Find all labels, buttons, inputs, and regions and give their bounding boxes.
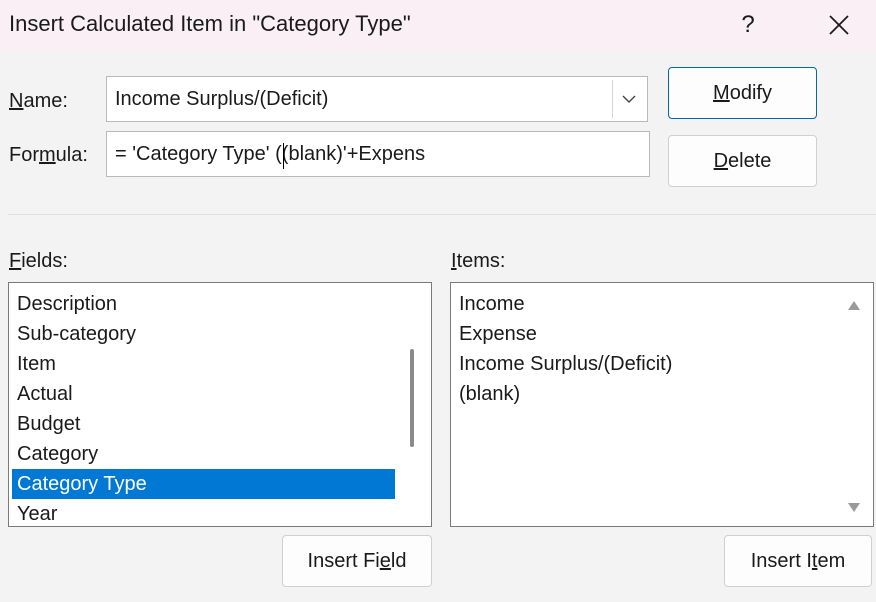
insert-item-button[interactable]: Insert It em xyxy=(724,535,872,587)
title-bar: Insert Calculated Item in "Category Type… xyxy=(0,0,876,50)
fields-listbox[interactable]: Description Sub-category Item Actual Bud… xyxy=(8,282,432,527)
name-label-text: ame: xyxy=(23,90,68,112)
formula-label: Formula: xyxy=(9,144,88,167)
scroll-down-arrow-icon[interactable] xyxy=(848,503,860,512)
name-dropdown-button[interactable] xyxy=(612,80,645,118)
modify-label: odify xyxy=(729,81,772,104)
items-listbox[interactable]: Income Expense Income Surplus/(Deficit) … xyxy=(450,282,874,527)
fields-label: Fields: xyxy=(9,250,68,273)
fields-label-text: ields: xyxy=(21,250,68,272)
close-icon xyxy=(829,15,849,35)
formula-text[interactable]: = 'Category Type' ((blank)'+Expens xyxy=(115,143,425,166)
insert-field-label-rest: ld xyxy=(390,549,407,572)
modify-button[interactable]: Modify xyxy=(668,67,817,119)
formula-label-rest: ula: xyxy=(55,144,88,166)
items-list-item[interactable]: Income Surplus/(Deficit) xyxy=(454,349,834,379)
fields-list-item[interactable]: Description xyxy=(12,289,395,319)
help-button[interactable]: ? xyxy=(726,4,770,46)
delete-mnemonic: D xyxy=(713,149,729,172)
items-list-item[interactable]: Expense xyxy=(454,319,834,349)
fields-list-item[interactable]: Sub-category xyxy=(12,319,395,349)
insert-item-label-rest: em xyxy=(817,549,846,572)
formula-input[interactable]: = 'Category Type' ((blank)'+Expens xyxy=(106,131,650,177)
items-label: Items: xyxy=(451,250,505,273)
insert-field-mnemonic: e xyxy=(379,549,391,572)
insert-field-label-pre: Insert Fi xyxy=(307,549,380,572)
chevron-down-icon xyxy=(622,95,636,103)
fields-list-item[interactable]: Category xyxy=(12,439,395,469)
fields-list-item[interactable]: Actual xyxy=(12,379,395,409)
insert-item-label-pre: Insert I xyxy=(750,549,812,572)
scroll-up-arrow-icon[interactable] xyxy=(848,301,860,310)
items-label-text: tems: xyxy=(456,250,506,272)
separator xyxy=(8,214,876,215)
name-combobox[interactable]: Income Surplus/(Deficit) xyxy=(106,76,648,122)
name-label: Name: xyxy=(9,90,68,113)
insert-field-button[interactable]: Insert Fi e ld xyxy=(282,535,432,587)
fields-list-item[interactable]: Budget xyxy=(12,409,395,439)
modify-mnemonic: M xyxy=(713,81,730,104)
items-list-item[interactable]: (blank) xyxy=(454,379,834,409)
items-list-item[interactable]: Income xyxy=(454,289,834,319)
fields-label-mnemonic: F xyxy=(9,250,22,272)
fields-scrollbar-thumb[interactable] xyxy=(410,349,414,447)
formula-label-mnemonic: m xyxy=(39,144,56,166)
name-input[interactable]: Income Surplus/(Deficit) xyxy=(115,88,328,111)
formula-label-pre: For xyxy=(9,144,39,166)
close-button[interactable] xyxy=(816,4,862,46)
name-label-mnemonic: N xyxy=(9,90,24,112)
fields-list-item[interactable]: Year xyxy=(12,499,395,526)
fields-list-item[interactable]: Item xyxy=(12,349,395,379)
fields-list-item-selected[interactable]: Category Type xyxy=(12,469,395,499)
delete-button[interactable]: Delete xyxy=(668,135,817,187)
window-title: Insert Calculated Item in "Category Type… xyxy=(9,11,411,36)
text-caret xyxy=(283,143,284,169)
delete-label: elete xyxy=(728,149,772,172)
